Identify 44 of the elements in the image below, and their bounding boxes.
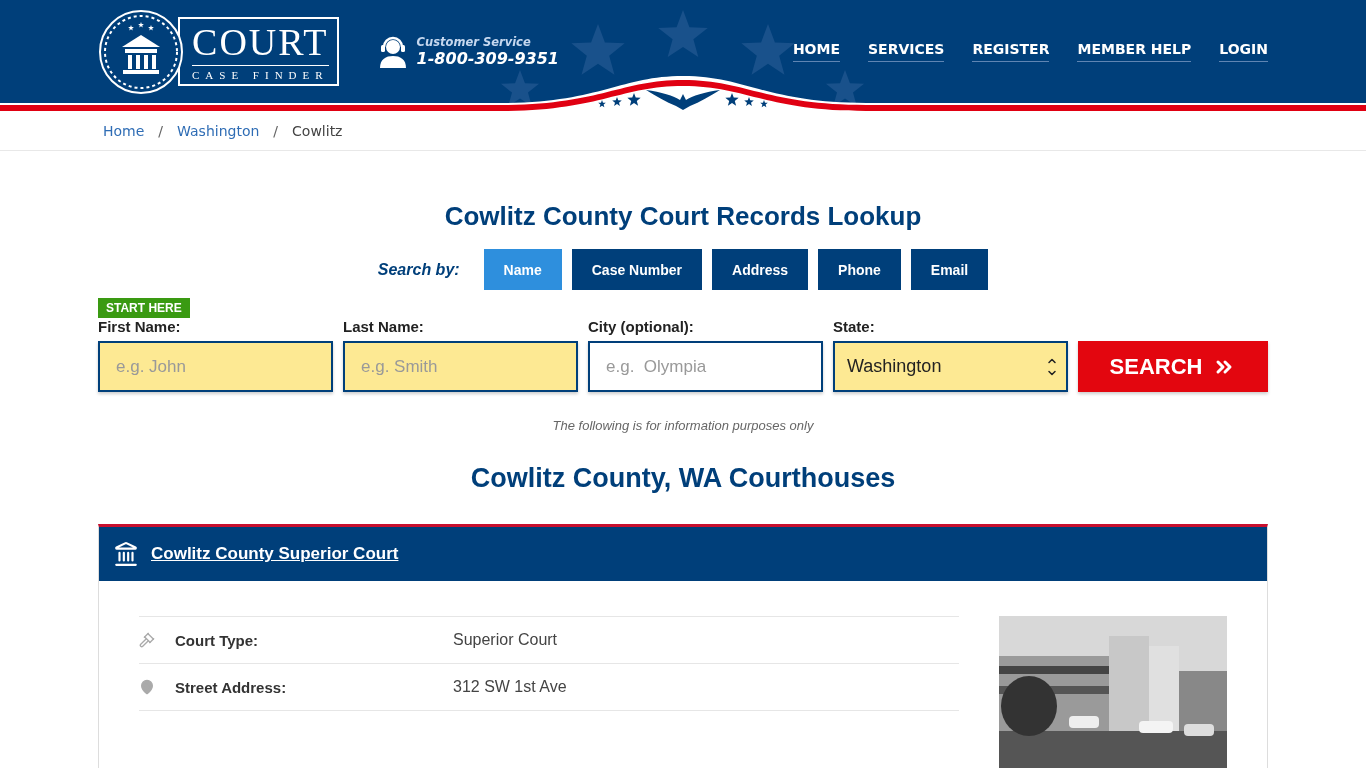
star-icon: [571, 24, 625, 75]
breadcrumb-link[interactable]: Washington: [177, 123, 260, 139]
gavel-icon: [139, 632, 155, 648]
nav-link[interactable]: LOGIN: [1219, 41, 1268, 62]
courthouse-seal-icon: [98, 8, 184, 95]
map-pin-icon: [139, 679, 155, 695]
customer-service-label: Customer Service: [416, 35, 532, 49]
breadcrumb-current: Cowlitz: [292, 123, 343, 139]
breadcrumb-link[interactable]: Home: [103, 123, 145, 139]
input-field[interactable]: e.g. Olympia: [588, 341, 823, 392]
star-icon: [741, 24, 795, 75]
nav-link[interactable]: SERVICES: [868, 41, 945, 62]
input-field[interactable]: e.g. Smith: [343, 341, 578, 392]
search-tab[interactable]: Phone: [818, 249, 901, 290]
logo[interactable]: COURT CASE FINDER: [178, 17, 339, 86]
section-heading: Cowlitz County, WA Courthouses: [469, 463, 897, 494]
search-tab[interactable]: Email: [910, 249, 989, 290]
field-label: City (optional):: [588, 318, 695, 335]
detail-label: Street Address:: [175, 678, 288, 696]
detail-label: Court Type:: [175, 631, 260, 649]
breadcrumb-separator: /: [273, 123, 279, 139]
detail-value: 312 SW 1st Ave: [453, 678, 568, 696]
headset-person-icon: [378, 35, 407, 68]
courthouse-icon: [113, 541, 139, 567]
disclaimer-text: The following is for information purposes only: [551, 418, 815, 433]
phone-number[interactable]: 1-800-309-9351: [416, 49, 559, 68]
page-title: Cowlitz County Court Records Lookup: [443, 201, 923, 233]
nav-link[interactable]: REGISTER: [972, 41, 1050, 62]
field-label: First Name:: [98, 318, 182, 335]
courthouse-link[interactable]: Cowlitz County Superior Court: [151, 544, 399, 564]
nav-link[interactable]: MEMBER HELP: [1077, 41, 1192, 62]
input-field[interactable]: e.g. John: [98, 341, 333, 392]
field-label: State:: [833, 318, 876, 335]
start-here-badge: START HERE: [98, 298, 190, 318]
breadcrumb-separator: /: [158, 123, 164, 139]
detail-value: Superior Court: [453, 631, 559, 649]
state-select[interactable]: Washington: [833, 341, 1068, 392]
search-tab[interactable]: Address: [712, 249, 809, 290]
field-label: Last Name:: [343, 318, 425, 335]
nav-link[interactable]: HOME: [792, 41, 841, 62]
search-button[interactable]: SEARCH: [1078, 341, 1268, 392]
search-by-label: Search by:: [377, 260, 460, 279]
star-icon: [658, 10, 708, 58]
search-tab[interactable]: Case Number: [571, 249, 702, 290]
